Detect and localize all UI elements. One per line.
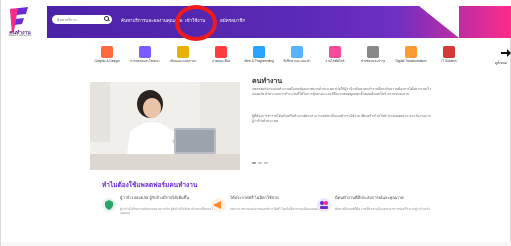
megaphone-icon [139, 46, 151, 58]
laptop-icon [253, 46, 265, 58]
search-input[interactable] [57, 16, 107, 23]
carousel-dot[interactable] [258, 162, 262, 164]
film-icon [215, 46, 227, 58]
intro-paragraph-2: ผู้ที่ต้องการหารายได้เสริมหรือทำงานอิสระ… [252, 114, 431, 124]
banner-cut [419, 6, 459, 38]
carousel-dot[interactable] [264, 162, 268, 164]
category-graphic-design[interactable]: Graphic & Design [93, 46, 121, 68]
category-label: ที่ปรึกษาและแนะนำ [283, 59, 311, 63]
why-section-title: ทำไมต้องใช้แพลตฟอร์มคนทำงาน [102, 182, 198, 189]
category-label: Graphic & Design [94, 59, 120, 63]
megaphone-icon [212, 198, 226, 212]
lifestyle-icon [329, 46, 341, 58]
search-icon[interactable] [104, 16, 109, 21]
category-label: เขียนและแปลภาษา [169, 59, 197, 63]
feature-quality: มีคนทำงานที่มีประสบการณ์และคุณภาพ ค้นหาฟ… [317, 195, 447, 231]
category-digital[interactable]: Digital Transformation [395, 46, 427, 68]
intro-title: คนทำงาน [252, 78, 283, 85]
category-label: งานไลฟ์สไตล์ [325, 59, 345, 63]
search-box[interactable] [52, 15, 112, 24]
highlight-circle [175, 5, 217, 41]
feature-desc: ค้นหาฟรีแลนซ์ที่มีความเชี่ยวชาญในแต่ละสา… [335, 207, 430, 211]
arrow-right-icon[interactable] [501, 49, 511, 57]
team-icon [317, 198, 331, 212]
megaphone-glyph [214, 201, 221, 209]
nav-link-search-services[interactable]: ค้นหาบริการและผลงานคุณภาพ [121, 17, 182, 24]
see-all-label[interactable]: ดูทั้งหมด [495, 61, 507, 66]
header: คนทำงาน fastwork online jobs ค้นหาบริการ… [1, 0, 511, 41]
category-web-programming[interactable]: Web & Programming [244, 46, 274, 68]
category-label: การตลาดและโฆษณา [130, 59, 160, 63]
page: คนทำงาน fastwork online jobs ค้นหาบริการ… [0, 0, 511, 246]
category-consulting[interactable]: ที่ปรึกษาและแนะนำ [283, 46, 311, 68]
category-bar: Graphic & Design การตลาดและโฆษณา เขียนแล… [93, 46, 511, 76]
page-bottom [1, 242, 511, 246]
feature-title: มีคนทำงานที่มีประสบการณ์และคุณภาพ [335, 195, 404, 200]
category-label: IT Solution [441, 59, 457, 63]
nav-link-register[interactable]: สมัครสมาชิก [220, 17, 245, 24]
brand-tagline: fastwork online jobs [8, 34, 32, 37]
tools-icon [367, 46, 379, 58]
category-lifestyle[interactable]: งานไลฟ์สไตล์ [321, 46, 349, 68]
category-video-audio[interactable]: ภาพและเสียง [207, 46, 235, 68]
hero-image [90, 82, 240, 170]
team-glyph [320, 201, 328, 209]
feature-desc: ผู้ว่าจ้างได้รับความคุ้มครองทางการเงิน ผ… [120, 207, 222, 216]
pencil-icon [177, 46, 189, 58]
category-label: Web & Programming [244, 59, 274, 63]
digital-icon [405, 46, 417, 58]
hero-illustration [90, 82, 240, 170]
intro-paragraph-1: แพลตฟอร์มรวมคนทำงานฟรีแลนซ์คุณภาพจากทั่ว… [252, 87, 432, 97]
category-writing[interactable]: เขียนและแปลภาษา [169, 46, 197, 68]
carousel-dots[interactable] [252, 161, 272, 165]
shield-icon [102, 198, 116, 212]
feature-title: ผู้ว่าจ้างปลอดภัย ผู้รับจ้างมีรายได้เพิ่… [120, 195, 190, 200]
category-label: ช่างซ่อมและบำรุง [360, 59, 386, 63]
arrow-head [507, 49, 511, 57]
paintbrush-icon [101, 46, 113, 58]
shield-glyph [105, 200, 113, 210]
it-icon [443, 46, 455, 58]
category-it-solution[interactable]: IT Solution [435, 46, 463, 68]
category-marketing[interactable]: การตลาดและโฆษณา [130, 46, 160, 68]
category-label: Digital Transformation [395, 59, 427, 63]
carousel-dot-active[interactable] [252, 162, 256, 164]
chat-icon [291, 46, 303, 58]
category-repair[interactable]: ช่างซ่อมและบำรุง [359, 46, 387, 68]
category-label: ภาพและเสียง [211, 59, 231, 63]
